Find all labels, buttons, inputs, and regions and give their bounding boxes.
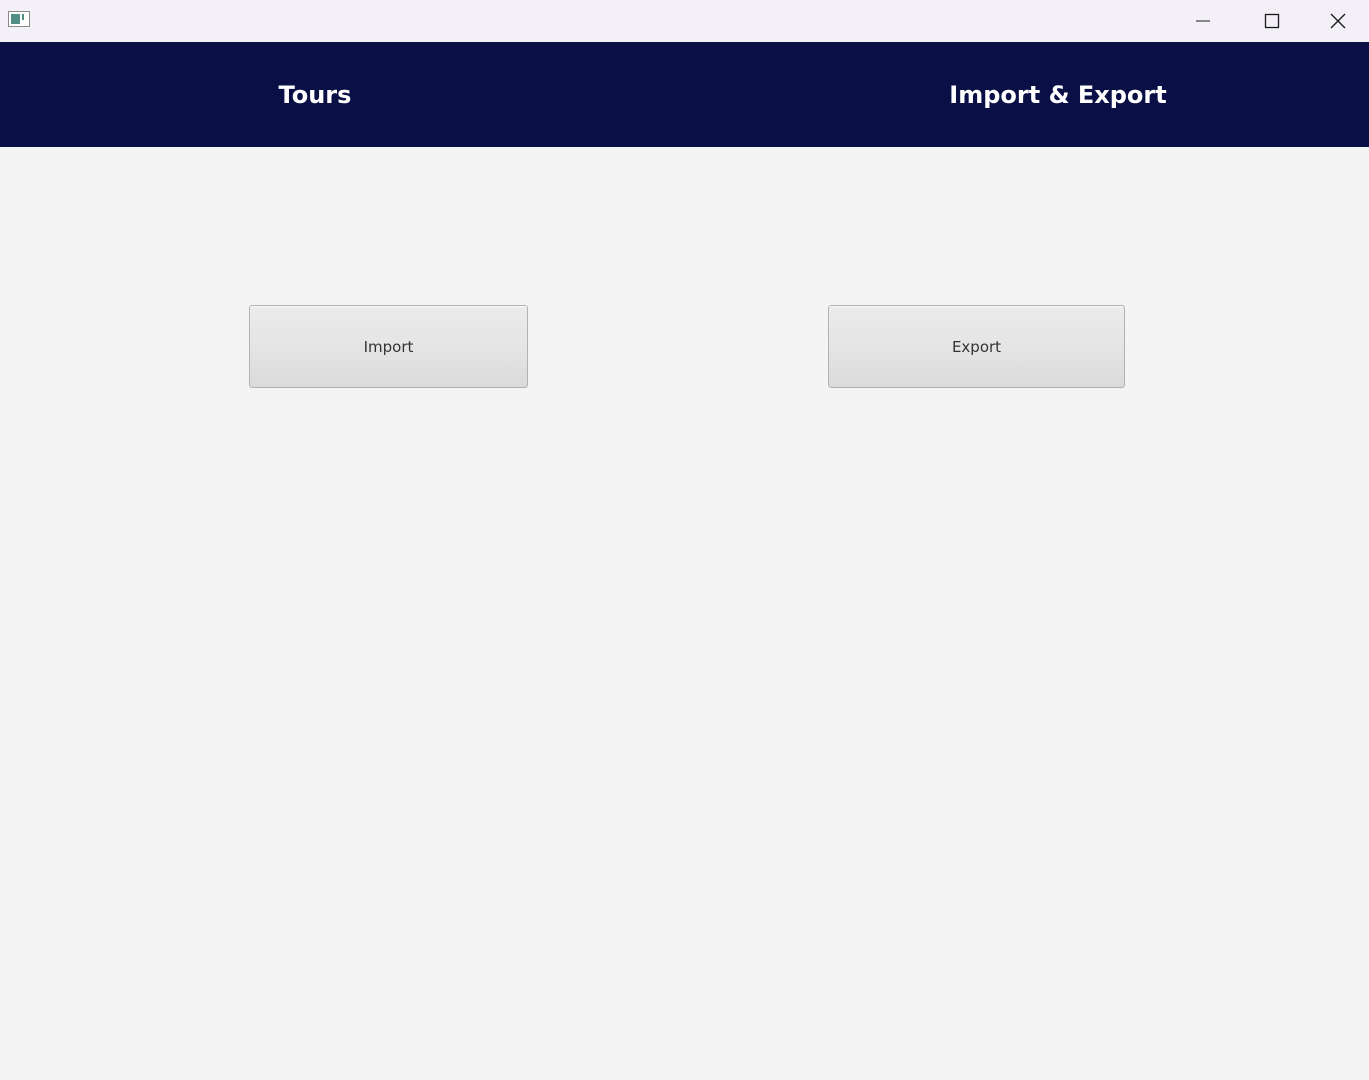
import-export-panel: Import Export [0, 147, 1369, 1080]
export-button[interactable]: Export [828, 305, 1125, 388]
minimize-button[interactable] [1168, 0, 1238, 42]
tab-import-export[interactable]: Import & Export [908, 42, 1208, 147]
top-navigation-bar: Tours Import & Export [0, 42, 1369, 147]
close-icon [1330, 13, 1346, 29]
app-icon [8, 11, 30, 27]
app-window: Tours Import & Export Import Export [0, 0, 1369, 1080]
import-button[interactable]: Import [249, 305, 528, 388]
maximize-icon [1264, 13, 1280, 29]
maximize-button[interactable] [1237, 0, 1307, 42]
minimize-icon [1196, 20, 1210, 22]
close-button[interactable] [1307, 0, 1369, 42]
tab-tours[interactable]: Tours [215, 42, 415, 147]
title-bar[interactable] [0, 0, 1369, 42]
